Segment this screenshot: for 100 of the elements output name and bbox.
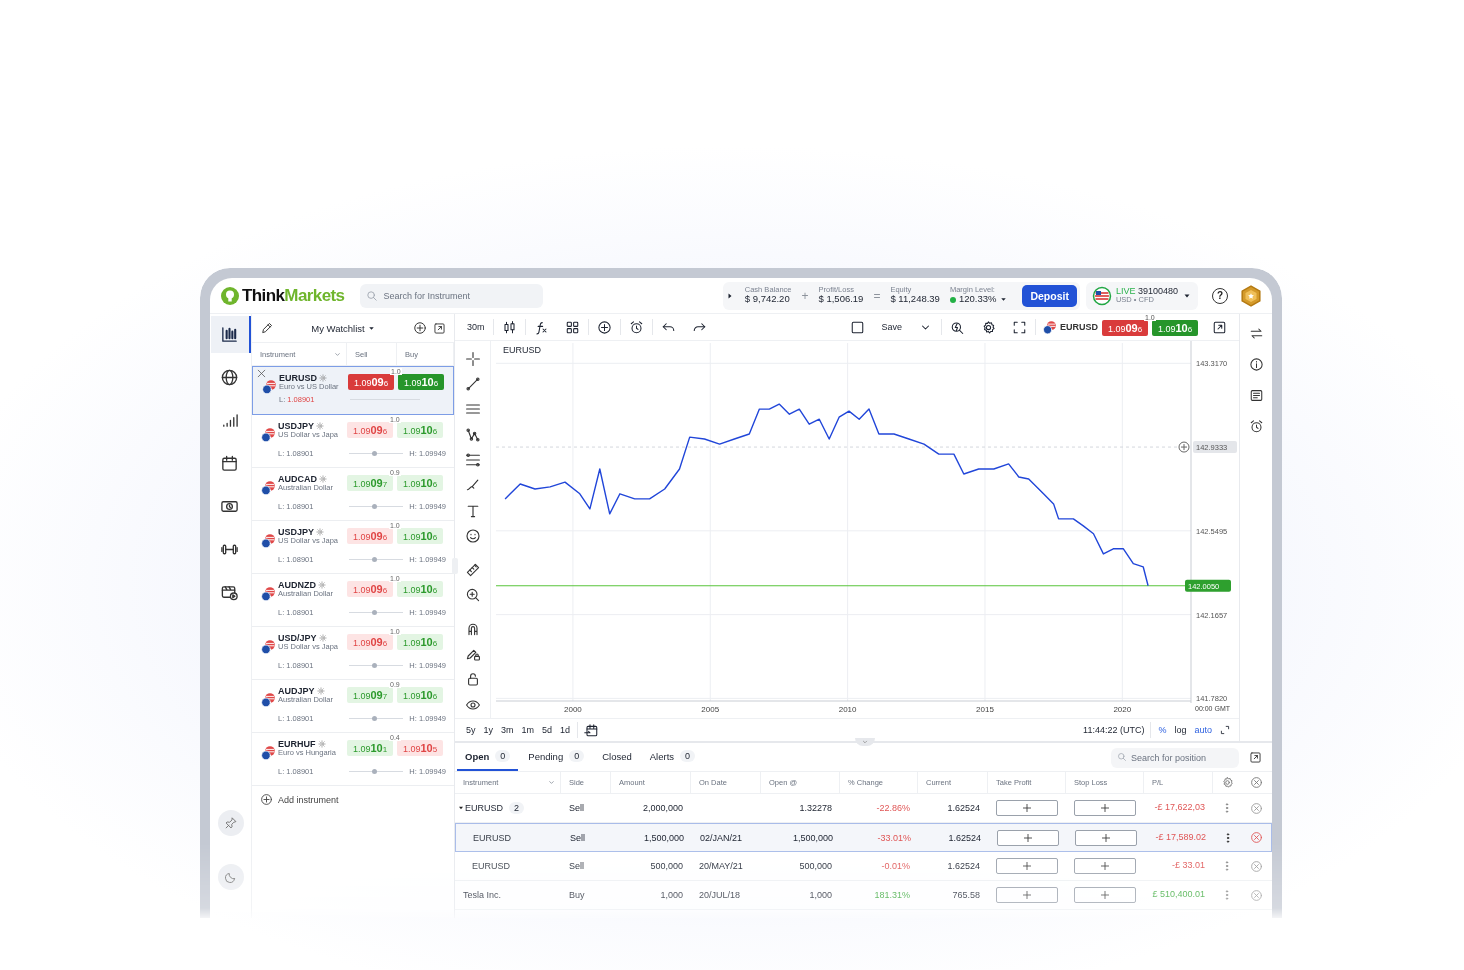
plus-icon: [1099, 889, 1111, 901]
instrument-symbol: EURUSD: [1060, 322, 1098, 332]
scale-toggle[interactable]: %: [1157, 725, 1168, 735]
pencil-icon[interactable]: [260, 321, 274, 335]
flag-icon: [260, 427, 276, 443]
instrument-symbol: AUDCAD: [278, 474, 317, 485]
flag-icon: [260, 692, 276, 708]
sun-icon: [316, 528, 324, 537]
pattern-icon[interactable]: [464, 426, 481, 443]
trend-line-icon[interactable]: [464, 376, 481, 393]
axis-label: 2015: [976, 705, 994, 714]
close-position-icon[interactable]: [1250, 831, 1263, 844]
watchlist-selector[interactable]: My Watchlist: [280, 322, 407, 334]
range-button[interactable]: 1d: [559, 725, 572, 735]
tab[interactable]: Pending 0: [520, 743, 593, 771]
range-button[interactable]: 1m: [520, 725, 536, 735]
scale-toggle[interactable]: auto: [1193, 725, 1213, 735]
save-button[interactable]: Save: [873, 313, 910, 341]
profit-loss-text: -£ 33.01: [1170, 861, 1205, 871]
calendar-icon: [220, 454, 239, 473]
instrument-name: EURUSD: [472, 861, 510, 871]
pin-icon: [223, 816, 238, 830]
price-text: 1.32278: [799, 803, 832, 813]
add-take-profit-button[interactable]: [997, 829, 1059, 846]
search-field[interactable]: Search for position: [1111, 748, 1239, 768]
logo-text: ThinkMarkets: [242, 285, 345, 306]
add-stop-loss-button[interactable]: [1075, 829, 1137, 846]
add-stop-loss-button[interactable]: [1074, 800, 1136, 816]
count-badge: 2: [509, 802, 525, 814]
plus-icon: [1021, 802, 1033, 814]
axis-label: 2020: [1113, 705, 1132, 714]
price-text: 1.62524: [947, 803, 980, 813]
sell-price[interactable]: 1.09096: [348, 374, 394, 390]
ruler-icon[interactable]: [464, 561, 481, 578]
help-button[interactable]: ?: [1212, 287, 1228, 304]
expand-icon[interactable]: [1219, 724, 1231, 736]
price-text: 1.62524: [948, 832, 981, 843]
sun-icon: [317, 740, 326, 749]
date-text: 02/JAN/21: [700, 832, 743, 843]
axis-label: 2005: [701, 705, 720, 714]
caret-icon[interactable]: [457, 804, 465, 812]
instrument-name: EURUSD: [465, 803, 503, 813]
swap-icon[interactable]: [1248, 325, 1264, 341]
tab[interactable]: Open 0: [457, 743, 519, 771]
instrument-name: EURUSD: [473, 832, 511, 843]
position-row[interactable]: EURUSD Sell 1,500,000 02/JAN/21 1,500,000 -33.01% 1.62524 -£ 17,589.02: [455, 823, 1272, 852]
flag-icon: [1091, 285, 1112, 306]
close-icon[interactable]: [256, 368, 267, 379]
side-text: Sell: [570, 832, 585, 843]
zoom-in-icon[interactable]: [464, 586, 481, 603]
price-text: 1,000: [809, 890, 832, 900]
buy-price[interactable]: 1.09106: [1152, 319, 1198, 336]
amount-text: 500,000: [650, 861, 683, 871]
change-text: 181.31%: [874, 890, 910, 900]
range-button[interactable]: 5y: [465, 725, 477, 735]
scale-toggle[interactable]: log: [1173, 725, 1188, 735]
popout-icon[interactable]: [1249, 750, 1262, 764]
profit-loss-text: -£ 17,589.02: [1154, 832, 1206, 843]
plus-icon: [1100, 831, 1112, 844]
interval-button[interactable]: 30m: [459, 313, 493, 341]
buy-price[interactable]: 1.09106: [398, 374, 444, 390]
crosshair-icon[interactable]: [464, 350, 481, 367]
axis-label: 2010: [838, 705, 857, 714]
alarm-icon[interactable]: [1248, 418, 1264, 434]
operator-sign: +: [801, 288, 809, 303]
range-button[interactable]: 3m: [500, 725, 515, 735]
buy-price[interactable]: 1.09105: [397, 740, 443, 756]
amount-text: 1,500,000: [643, 832, 684, 843]
close-all-icon[interactable]: [1250, 776, 1263, 789]
info-icon[interactable]: [1248, 356, 1264, 372]
sell-price[interactable]: 1.09096: [347, 422, 393, 438]
go-to-date-icon[interactable]: [584, 722, 600, 738]
news-icon[interactable]: [1248, 387, 1264, 403]
instrument-symbol: USDJPY: [278, 527, 314, 538]
account-number: LIVE 39100480: [1115, 286, 1178, 297]
range-button[interactable]: 5d: [541, 725, 554, 735]
sell-price[interactable]: 1.09096: [1102, 319, 1148, 336]
add-icon[interactable]: [413, 321, 427, 335]
sell-price[interactable]: 1.09096: [347, 581, 393, 597]
smiley-icon[interactable]: [464, 527, 481, 544]
sell-price[interactable]: 1.09096: [347, 528, 393, 544]
profit-loss-text: £ 510,400.01: [1152, 890, 1205, 900]
price-text: 500,000: [799, 861, 832, 871]
add-instrument-button[interactable]: Add instrument: [252, 786, 454, 813]
add-take-profit-button[interactable]: [996, 800, 1058, 816]
medal-icon[interactable]: [1240, 284, 1262, 307]
nav-button[interactable]: [210, 316, 251, 353]
stat-value: $ 1,506.19: [818, 294, 864, 305]
sun-icon: [318, 634, 327, 643]
sell-price[interactable]: 1.09096: [347, 634, 393, 650]
tab[interactable]: Closed: [594, 743, 640, 771]
sun-icon: [316, 687, 325, 696]
popout-icon[interactable]: [433, 321, 446, 335]
search-field[interactable]: Search for Instrument: [360, 283, 544, 308]
clock-time: 11:44:22 (UTC): [1083, 725, 1145, 735]
stat-value: $ 11,248.39: [890, 294, 940, 305]
tab[interactable]: Alerts 0: [641, 743, 704, 771]
panel-handle[interactable]: [855, 738, 875, 746]
range-button[interactable]: 1y: [482, 725, 495, 735]
deposit-button[interactable]: Deposit: [1022, 284, 1077, 307]
